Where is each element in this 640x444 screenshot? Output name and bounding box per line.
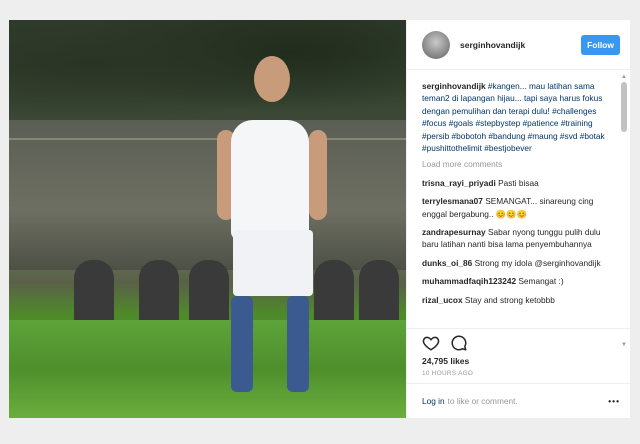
more-options-icon[interactable]: ••• [608, 396, 620, 406]
post-header: serginhovandijk Follow [407, 20, 630, 70]
comment-username[interactable]: trisna_rayi_priyadi [422, 178, 496, 188]
caption-text: #kangen... mau latihan sama teman2 di la… [422, 81, 605, 154]
avatar[interactable] [422, 30, 450, 59]
player-sock [231, 296, 253, 392]
background-wall [9, 120, 406, 270]
player-jersey [231, 120, 309, 240]
load-more-comments-link[interactable]: Load more comments [422, 158, 616, 170]
login-text: to like or comment. [447, 396, 518, 406]
player-head [254, 56, 290, 102]
post-photo [9, 20, 406, 418]
heart-icon[interactable] [422, 334, 440, 352]
background-fence [9, 138, 406, 140]
comment-username[interactable]: dunks_oi_86 [422, 258, 472, 268]
comment-username[interactable]: muhammadfaqih123242 [422, 276, 516, 286]
comment-text: Stay and strong ketobbb [464, 294, 555, 305]
caption-username[interactable]: serginhovandijk [422, 81, 486, 91]
likes-count[interactable]: 24,795 likes [407, 352, 630, 366]
comment-item: zandrapesurnay Sabar nyong tunggu pulih … [422, 226, 616, 251]
comment-item: dunks_oi_86 Strong my idola @serginhovan… [422, 257, 616, 269]
action-bar [407, 328, 630, 352]
background-trees [9, 20, 406, 130]
comments-list[interactable]: serginhovandijk #kangen... mau latihan s… [407, 70, 630, 328]
player-sock [287, 296, 309, 392]
comment-username[interactable]: rizal_ucox [422, 295, 463, 305]
player-arm [309, 130, 327, 220]
player-shorts [233, 230, 313, 296]
comment-icon[interactable] [450, 334, 468, 352]
post-caption: serginhovandijk #kangen... mau latihan s… [422, 80, 616, 154]
post-sidebar: serginhovandijk Follow serginhovandijk #… [406, 20, 630, 418]
comment-item: rizal_ucox Stay and strong ketobbb [422, 294, 616, 306]
comment-text: Strong my idola @serginhovandijk [474, 257, 601, 268]
comment-item: muhammadfaqih123242 Semangat :) [422, 275, 616, 287]
login-link[interactable]: Log in [422, 396, 445, 406]
follow-button[interactable]: Follow [581, 34, 620, 55]
comment-item: trisna_rayi_priyadi Pasti bisaa [422, 177, 616, 189]
scrollbar-thumb[interactable] [621, 82, 627, 132]
comment-username[interactable]: terrylesmana07 [422, 196, 483, 206]
login-prompt: Log in to like or comment. ••• [407, 384, 630, 418]
post-modal: serginhovandijk Follow serginhovandijk #… [9, 20, 630, 418]
comment-username[interactable]: zandrapesurnay [422, 227, 486, 237]
comment-text: Semangat :) [518, 276, 564, 287]
pitch-grass [9, 320, 406, 418]
scroll-up-icon[interactable]: ▲ [620, 74, 628, 80]
comment-item: terrylesmana07 SEMANGAT... sinareung cin… [422, 195, 616, 220]
comment-text: Pasti bisaa [498, 177, 539, 188]
post-timestamp: 10 HOURS AGO [407, 366, 630, 384]
scroll-down-icon[interactable]: ▼ [620, 342, 628, 348]
comments-scrollbar[interactable]: ▲ ▼ [620, 74, 628, 348]
username-link[interactable]: serginhovandijk [460, 40, 581, 50]
